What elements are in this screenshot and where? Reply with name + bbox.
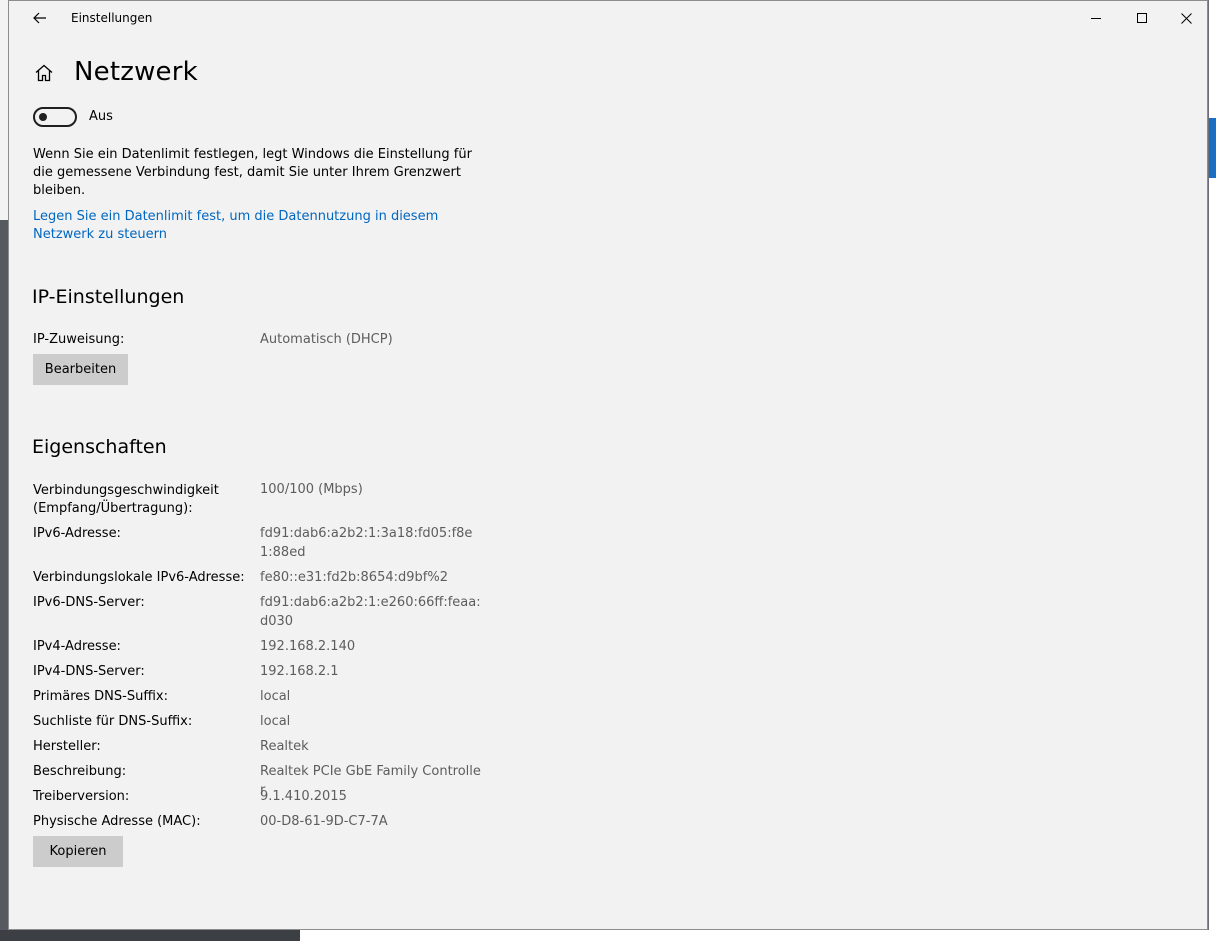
property-label: Beschreibung: [33, 764, 127, 779]
property-value: 192.168.2.140 [260, 639, 356, 654]
property-value: Realtek [260, 739, 309, 754]
close-icon [1180, 12, 1192, 24]
property-label: Physische Adresse (MAC): [33, 814, 201, 829]
property-value: 9.1.410.2015 [260, 789, 347, 804]
minimize-button[interactable] [1073, 1, 1119, 35]
arrow-left-icon [33, 12, 46, 24]
back-button[interactable] [17, 3, 63, 33]
property-value: 192.168.2.1 [260, 664, 339, 679]
property-label: IPv6-DNS-Server: [33, 595, 145, 610]
property-label: IPv4-Adresse: [33, 639, 121, 654]
metered-description: Wenn Sie ein Datenlimit festlegen, legt … [33, 147, 472, 198]
property-label: IPv6-Adresse: [33, 526, 121, 541]
settings-window: Einstellungen Netzwerk Aus Wenn Sie ein … [8, 0, 1208, 930]
window-title: Einstellungen [71, 11, 153, 25]
data-limit-link[interactable]: Legen Sie ein Datenlimit fest, um die Da… [33, 208, 493, 244]
property-value: fe80::e31:fd2b:8654:d9bf%2 [260, 570, 448, 585]
property-value: local [260, 689, 291, 704]
background-taskbar-area [0, 930, 1216, 941]
property-value: 00-D8-61-9D-C7-7A [260, 814, 388, 829]
property-label: Verbindungslokale IPv6-Adresse: [33, 570, 245, 585]
property-value: 100/100 (Mbps) [260, 482, 363, 497]
background-accent-block [1209, 118, 1216, 178]
close-button[interactable] [1163, 1, 1209, 35]
maximize-button[interactable] [1119, 1, 1165, 35]
property-value: local [260, 714, 291, 729]
metered-connection-toggle[interactable] [33, 107, 77, 127]
minimize-icon [1091, 18, 1101, 19]
property-label: Suchliste für DNS-Suffix: [33, 714, 193, 729]
property-label: Treiberversion: [33, 789, 130, 804]
home-button[interactable] [34, 63, 56, 85]
background-window-left [0, 0, 8, 941]
ip-assignment-label: IP-Zuweisung: [33, 332, 125, 347]
home-icon [35, 64, 53, 82]
property-label: Verbindungsgeschwindigkeit (Empfang/Über… [33, 483, 219, 516]
property-label: IPv4-DNS-Server: [33, 664, 145, 679]
property-label: Hersteller: [33, 739, 101, 754]
maximize-icon [1137, 13, 1147, 23]
ip-settings-heading: IP-Einstellungen [32, 286, 185, 308]
toggle-state-label: Aus [89, 109, 113, 124]
title-bar: Einstellungen [9, 1, 1207, 35]
property-value: fd91:dab6:a2b2:1:3a18:fd05:f8e1:88ed [260, 526, 473, 560]
copy-properties-button[interactable]: Kopieren [33, 836, 123, 867]
page-title: Netzwerk [74, 57, 198, 87]
property-label: Primäres DNS-Suffix: [33, 689, 168, 704]
edit-ip-button[interactable]: Bearbeiten [33, 354, 128, 385]
properties-heading: Eigenschaften [32, 436, 167, 458]
toggle-knob [39, 113, 47, 121]
ip-assignment-value: Automatisch (DHCP) [260, 332, 393, 347]
property-value: fd91:dab6:a2b2:1:e260:66ff:feaa:d030 [260, 595, 481, 629]
